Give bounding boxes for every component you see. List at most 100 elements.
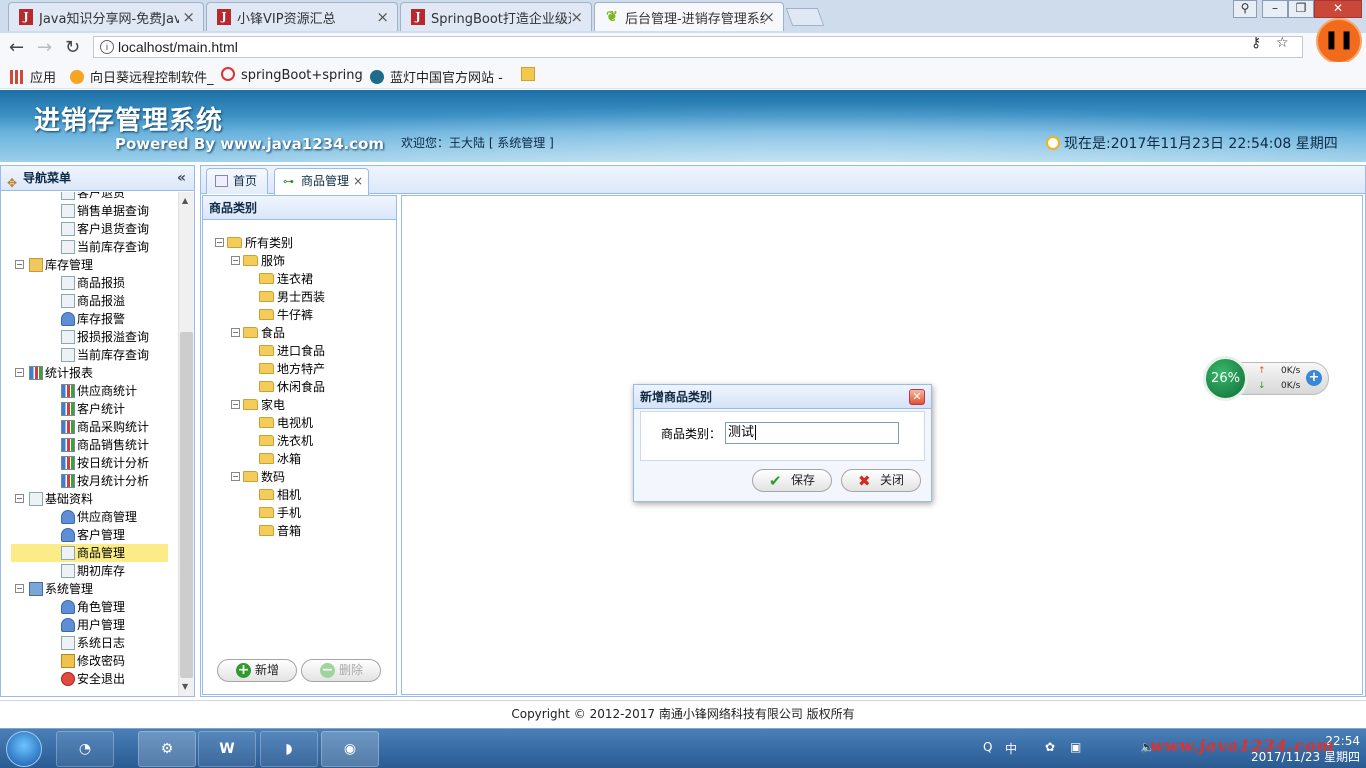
maximize-button[interactable]: ❐ [1288, 0, 1314, 18]
sidebar-item-1[interactable]: 客户退货 [61, 192, 125, 202]
minimize-button[interactable]: – [1262, 0, 1288, 18]
sidebar-item-12[interactable]: 供应商统计 [61, 382, 137, 400]
tab-home[interactable]: 首页 [206, 168, 268, 194]
expand-toggle-icon[interactable]: − [231, 472, 240, 481]
close-icon[interactable]: × [376, 8, 389, 26]
user-icon[interactable]: ⚲ [1233, 0, 1257, 18]
bookmark-sunlogin[interactable]: 向日葵远程控制软件_ [70, 67, 214, 86]
start-button-icon[interactable] [6, 731, 42, 767]
collapse-toggle-icon[interactable]: − [15, 494, 24, 503]
browser-tab-4-active[interactable]: ❦ 后台管理-进销存管理系统 × [594, 2, 784, 31]
expand-toggle-icon[interactable]: − [231, 256, 240, 265]
new-tab-button[interactable] [785, 8, 825, 26]
sidebar-item-27[interactable]: 修改密码 [61, 652, 125, 670]
sidebar-item-25[interactable]: 用户管理 [61, 616, 125, 634]
close-icon[interactable]: × [762, 8, 775, 26]
close-icon[interactable]: × [570, 8, 583, 26]
category-node[interactable]: 牛仔裤 [259, 306, 313, 324]
sidebar-item-15[interactable]: 商品销售统计 [61, 436, 149, 454]
sidebar-item-18[interactable]: − 基础资料 [15, 490, 93, 508]
bookmark-springboot[interactable]: springBoot+spring [221, 67, 363, 83]
category-name-input[interactable]: 测试 [725, 422, 899, 444]
category-node[interactable]: 连衣裙 [259, 270, 313, 288]
sidebar-item-11[interactable]: − 统计报表 [15, 364, 93, 382]
sidebar-item-9[interactable]: 报损报溢查询 [61, 328, 149, 346]
sidebar-item-16[interactable]: 按日统计分析 [61, 454, 149, 472]
browser-tab-2[interactable]: J 小锋VIP资源汇总 × [206, 2, 398, 31]
scroll-down-icon[interactable]: ▼ [182, 682, 188, 691]
network-tray-icon[interactable]: ▣ [1070, 740, 1081, 754]
category-node[interactable]: 音箱 [259, 522, 301, 540]
nav-scrollbar[interactable]: ▲ ▼ [178, 192, 194, 696]
category-node[interactable]: − 家电 [231, 396, 285, 414]
sidebar-item-20[interactable]: 客户管理 [61, 526, 125, 544]
category-node[interactable]: − 食品 [231, 324, 285, 342]
search-tray-icon[interactable]: Q [983, 740, 992, 754]
collapse-toggle-icon[interactable]: − [15, 368, 24, 377]
browser-tab-1[interactable]: J Java知识分享网-免费Jav × [8, 2, 204, 31]
category-node[interactable]: 相机 [259, 486, 301, 504]
category-node[interactable]: 进口食品 [259, 342, 325, 360]
url-input[interactable]: i localhost/main.html [93, 36, 1303, 58]
java-ide-icon[interactable]: ⚙ [138, 731, 196, 767]
back-icon[interactable]: ← [9, 37, 24, 58]
photos-app-icon[interactable]: ◔ [56, 731, 114, 767]
forward-icon[interactable]: → [37, 37, 52, 58]
ime-indicator[interactable]: 中 [1005, 740, 1017, 757]
scroll-up-icon[interactable]: ▲ [182, 196, 188, 205]
sidebar-item-4[interactable]: 当前库存查询 [61, 238, 149, 256]
category-node[interactable]: − 服饰 [231, 252, 285, 270]
scroll-thumb[interactable] [180, 332, 193, 678]
sidebar-item-21[interactable]: 商品管理 [11, 544, 168, 562]
info-icon[interactable]: i [100, 40, 114, 54]
boost-plus-icon[interactable]: + [1306, 370, 1322, 386]
sidebar-item-5[interactable]: − 库存管理 [15, 256, 93, 274]
dolphin-app-icon[interactable]: ◗ [260, 731, 318, 767]
sidebar-item-26[interactable]: 系统日志 [61, 634, 125, 652]
sidebar-item-6[interactable]: 商品报损 [61, 274, 125, 292]
chrome-app-icon[interactable]: ◉ [321, 731, 379, 767]
bookmark-lantern[interactable]: 蓝灯中国官方网站 - [370, 67, 503, 86]
category-node[interactable]: 男士西装 [259, 288, 325, 306]
close-button[interactable]: ✖ 关闭 [841, 469, 921, 492]
sidebar-item-10[interactable]: 当前库存查询 [61, 346, 149, 364]
bookmark-folder[interactable] [521, 67, 541, 83]
category-node[interactable]: 手机 [259, 504, 301, 522]
browser-tab-3[interactable]: J SpringBoot打造企业级进 × [400, 2, 592, 31]
sidebar-item-23[interactable]: − 系统管理 [15, 580, 93, 598]
pause-extension-icon[interactable]: ❚❚ [1316, 18, 1362, 64]
sidebar-item-17[interactable]: 按月统计分析 [61, 472, 149, 490]
expand-toggle-icon[interactable]: − [231, 328, 240, 337]
bookmark-apps[interactable]: 应用 [10, 67, 56, 86]
window-close-button[interactable]: ✕ [1314, 0, 1362, 18]
reload-icon[interactable]: ↻ [65, 37, 80, 58]
category-node[interactable]: 电视机 [259, 414, 313, 432]
collapse-toggle-icon[interactable]: − [15, 260, 24, 269]
expand-toggle-icon[interactable]: − [215, 238, 224, 247]
tab-close-icon[interactable]: × [353, 169, 363, 193]
sidebar-item-14[interactable]: 商品采购统计 [61, 418, 149, 436]
sidebar-item-19[interactable]: 供应商管理 [61, 508, 137, 526]
sidebar-item-13[interactable]: 客户统计 [61, 400, 125, 418]
sidebar-item-7[interactable]: 商品报溢 [61, 292, 125, 310]
sidebar-item-22[interactable]: 期初库存 [61, 562, 125, 580]
dialog-close-icon[interactable]: ✕ [909, 389, 925, 405]
category-node[interactable]: 地方特产 [259, 360, 325, 378]
category-node[interactable]: 洗衣机 [259, 432, 313, 450]
network-speed-widget[interactable]: 26% ↑ 0K/s ↓ 0K/s + [1203, 356, 1329, 401]
close-icon[interactable]: × [182, 8, 195, 26]
category-node[interactable]: − 数码 [231, 468, 285, 486]
category-node[interactable]: 冰箱 [259, 450, 301, 468]
sidebar-item-24[interactable]: 角色管理 [61, 598, 125, 616]
sidebar-item-2[interactable]: 销售单据查询 [61, 202, 149, 220]
category-node[interactable]: − 所有类别 [215, 234, 293, 252]
sidebar-item-8[interactable]: 库存报警 [61, 310, 125, 328]
bookmark-star-icon[interactable]: ☆ [1276, 35, 1289, 51]
collapse-icon[interactable]: « [177, 166, 186, 190]
word-app-icon[interactable]: W [198, 731, 256, 767]
key-icon[interactable]: ⚷ [1251, 35, 1261, 51]
collapse-toggle-icon[interactable]: − [15, 584, 24, 593]
expand-toggle-icon[interactable]: − [231, 400, 240, 409]
category-node[interactable]: 休闲食品 [259, 378, 325, 396]
delete-category-button[interactable]: − 删除 [301, 659, 381, 682]
